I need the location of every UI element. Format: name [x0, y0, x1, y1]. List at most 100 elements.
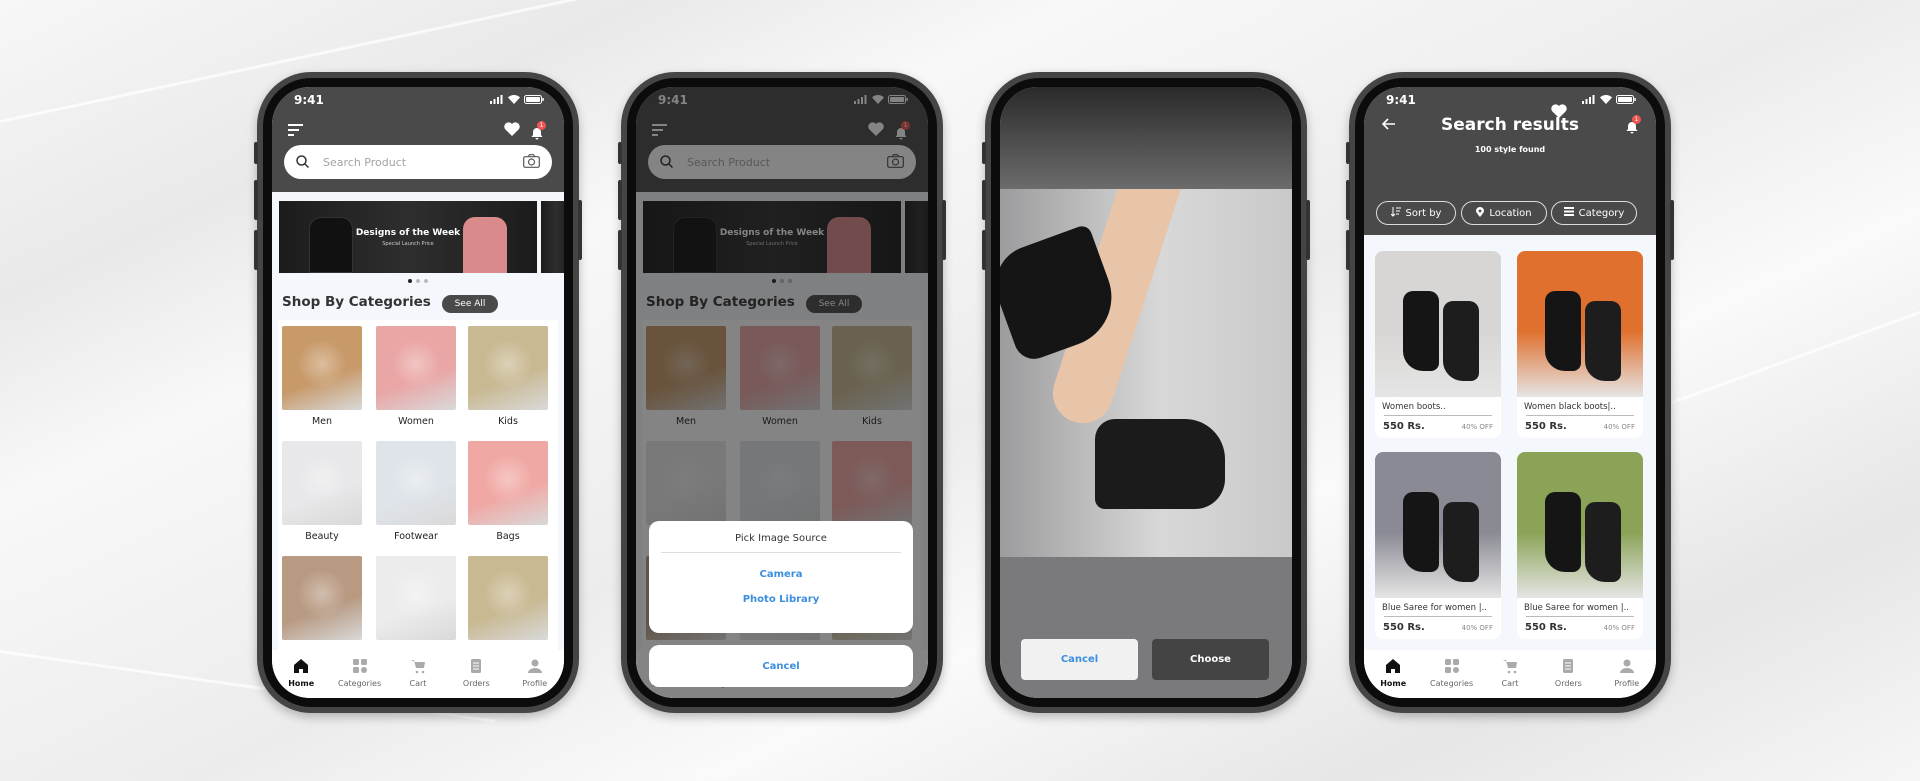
promo-banner-next[interactable]: [541, 201, 564, 273]
heart-icon[interactable]: [504, 121, 520, 140]
product-card[interactable]: Blue Saree for women |.. 550 Rs. 40% OFF: [1517, 452, 1643, 639]
category-label: Beauty: [305, 531, 339, 542]
signal-icon: [490, 93, 504, 107]
category-label: Women: [398, 416, 434, 427]
product-name: Blue Saree for women |..: [1524, 603, 1629, 613]
category-tile[interactable]: Men: [282, 326, 362, 427]
category-tile[interactable]: Footwear: [376, 441, 456, 542]
category-tile[interactable]: Kids: [468, 326, 548, 427]
filter-location-button[interactable]: Location: [1461, 201, 1547, 225]
filter-label: Category: [1578, 207, 1625, 219]
category-image: [468, 556, 548, 640]
category-image: [282, 441, 362, 525]
image-source-sheet: Pick Image Source Camera Photo Library: [649, 521, 913, 633]
nav-label: Profile: [1614, 679, 1640, 688]
nav-label: Profile: [522, 679, 548, 688]
carousel-dots[interactable]: [272, 279, 564, 283]
product-card[interactable]: Women black boots|.. 550 Rs. 40% OFF: [1517, 251, 1643, 438]
nav-label: Home: [288, 679, 315, 688]
filter-label: Sort by: [1405, 207, 1442, 219]
product-card[interactable]: Blue Saree for women |.. 550 Rs. 40% OFF: [1375, 452, 1501, 639]
nav-label: Cart: [409, 679, 427, 688]
category-tile[interactable]: [282, 556, 362, 646]
home-icon: [1385, 658, 1401, 679]
category-tile[interactable]: Women: [376, 326, 456, 427]
nav-item-home[interactable]: Home: [274, 658, 328, 688]
product-name: Blue Saree for women |..: [1382, 603, 1487, 613]
nav-label: Orders: [1554, 679, 1582, 688]
nav-label: Home: [1380, 679, 1407, 688]
phone-screen: Cancel Choose: [1000, 87, 1292, 698]
nav-item-categories[interactable]: Categories: [333, 658, 387, 688]
discount-label: 40% OFF: [1603, 422, 1635, 431]
profile-icon: [527, 658, 543, 679]
banner-subtitle: Special Launch Price: [382, 240, 434, 247]
grid-icon: [1444, 658, 1460, 679]
nav-item-profile[interactable]: Profile: [508, 658, 562, 688]
phone-image-source: 9:41 1 Search Product Designs of the Wee…: [618, 72, 946, 713]
camera-icon[interactable]: [523, 153, 540, 172]
nav-label: Orders: [462, 679, 490, 688]
search-input[interactable]: Search Product: [323, 156, 523, 169]
bell-icon[interactable]: 1: [531, 121, 546, 144]
cancel-sheet: Cancel: [649, 645, 913, 687]
phone-image-preview: Cancel Choose: [982, 72, 1310, 713]
cart-icon: [410, 658, 426, 679]
category-tile[interactable]: [468, 556, 548, 646]
nav-item-cart[interactable]: Cart: [391, 658, 445, 688]
nav-item-orders[interactable]: Orders: [449, 658, 503, 688]
promo-banner[interactable]: Designs of the Week Special Launch Price: [279, 201, 537, 273]
nav-item-categories[interactable]: Categories: [1425, 658, 1479, 688]
cart-icon: [1502, 658, 1518, 679]
category-label: Bags: [496, 531, 520, 542]
option-photo-library[interactable]: Photo Library: [649, 588, 913, 613]
category-image: [376, 556, 456, 640]
filter-sort-by-button[interactable]: Sort by: [1376, 201, 1456, 225]
search-bar: Search Product: [284, 145, 552, 179]
category-tile[interactable]: Bags: [468, 441, 548, 542]
menu-icon[interactable]: [288, 121, 304, 140]
section-title: Shop By Categories: [282, 294, 431, 310]
option-camera[interactable]: Camera: [649, 563, 913, 588]
category-label: Men: [311, 416, 333, 427]
notification-badge: 1: [537, 121, 546, 130]
nav-item-orders[interactable]: Orders: [1541, 658, 1595, 688]
status-time: 9:41: [1386, 93, 1416, 107]
cancel-button[interactable]: Cancel: [1021, 639, 1138, 680]
filter-label: Location: [1489, 207, 1532, 219]
nav-label: Cart: [1501, 679, 1519, 688]
category-image: [468, 326, 548, 410]
product-image: [1375, 251, 1501, 397]
product-price: 550 Rs.: [1383, 622, 1425, 633]
selected-photo[interactable]: [1000, 189, 1292, 557]
bottom-nav: Home Categories Cart Orders Profile: [1364, 650, 1656, 698]
battery-icon: [524, 93, 544, 107]
category-tile[interactable]: [376, 556, 456, 646]
grid-icon: [352, 658, 368, 679]
status-bar: 9:41: [1364, 87, 1656, 111]
nav-item-home[interactable]: Home: [1366, 658, 1420, 688]
category-tile[interactable]: Beauty: [282, 441, 362, 542]
location-pin-icon: [1476, 206, 1485, 220]
category-label: Footwear: [394, 531, 438, 542]
nav-item-cart[interactable]: Cart: [1483, 658, 1537, 688]
cancel-button[interactable]: Cancel: [649, 655, 913, 678]
filter-category-button[interactable]: Category: [1551, 201, 1637, 225]
product-price: 550 Rs.: [1525, 622, 1567, 633]
image-dim-top: [1000, 87, 1292, 189]
see-all-button[interactable]: See All: [442, 295, 498, 313]
product-image: [1517, 452, 1643, 598]
product-card[interactable]: Women boots.. 550 Rs. 40% OFF: [1375, 251, 1501, 438]
product-name: Women black boots|..: [1524, 402, 1616, 412]
nav-item-profile[interactable]: Profile: [1600, 658, 1654, 688]
choose-button[interactable]: Choose: [1152, 639, 1269, 680]
profile-icon: [1619, 658, 1635, 679]
results-count: 100 style found: [1474, 145, 1546, 154]
wifi-icon: [1600, 93, 1612, 107]
page-title: Search results: [1441, 115, 1579, 135]
battery-icon: [1616, 93, 1636, 107]
discount-label: 40% OFF: [1461, 422, 1493, 431]
nav-label: Categories: [338, 679, 382, 688]
orders-icon: [468, 658, 484, 679]
product-price: 550 Rs.: [1525, 421, 1567, 432]
